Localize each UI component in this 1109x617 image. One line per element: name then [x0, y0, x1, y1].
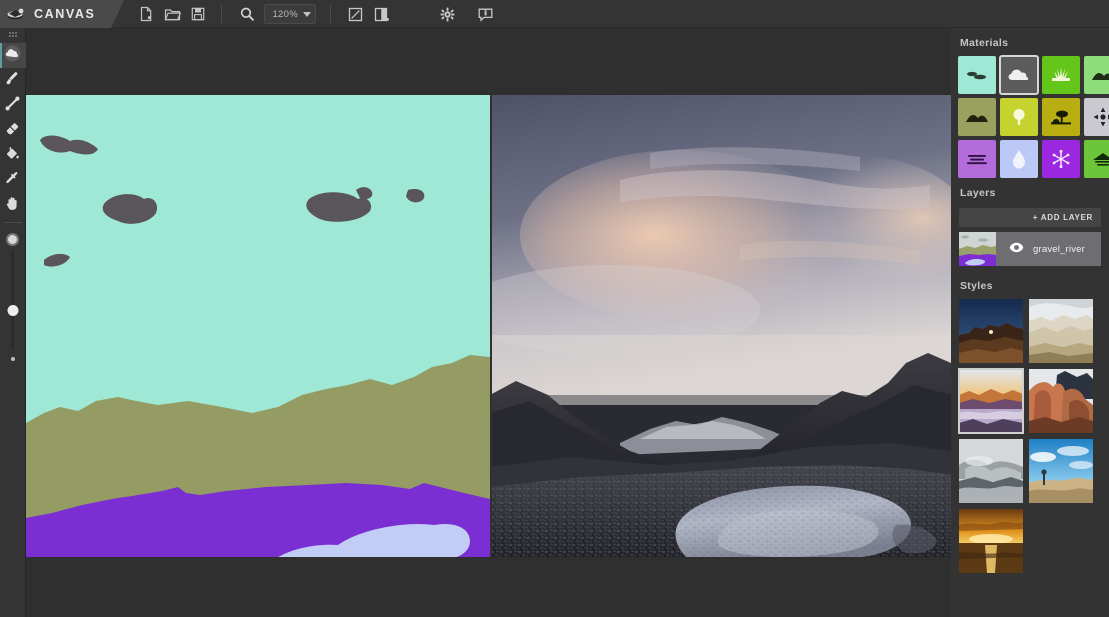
material-hill[interactable] — [1084, 56, 1109, 94]
zoom-group: 120% — [234, 0, 316, 28]
app-root: CANVAS — [0, 0, 1109, 617]
magnifier-icon[interactable] — [234, 0, 260, 28]
material-snow[interactable] — [1042, 140, 1080, 178]
zoom-select[interactable]: 120% — [264, 4, 316, 24]
chevron-down-icon — [303, 12, 311, 17]
settings-group — [435, 0, 499, 28]
line-tool[interactable] — [0, 93, 26, 118]
material-sky[interactable] — [958, 56, 996, 94]
gear-icon[interactable] — [435, 0, 461, 28]
slider-handle[interactable] — [7, 305, 18, 316]
cloud-icon — [4, 45, 21, 67]
right-sidebar: Materials — [951, 28, 1109, 617]
material-clouds[interactable] — [1000, 56, 1038, 94]
grass-icon — [1050, 65, 1072, 85]
cloud-icon — [1006, 66, 1032, 84]
slider-track — [11, 250, 14, 350]
layers-panel-title: Layers — [951, 178, 1109, 206]
top-toolbar: CANVAS — [0, 0, 1109, 28]
snow-icon — [1050, 148, 1072, 170]
line-icon — [4, 95, 21, 117]
file-actions-group — [133, 0, 211, 28]
hand-icon — [4, 195, 21, 217]
material-grass[interactable] — [1042, 56, 1080, 94]
brush-size-preview[interactable] — [6, 233, 19, 246]
style-golden-lake-sunset[interactable] — [959, 369, 1023, 433]
eraser-icon — [4, 120, 21, 142]
sky-icon — [964, 66, 990, 84]
styles-panel-title: Styles — [951, 266, 1109, 299]
left-tool-sidebar — [0, 28, 26, 617]
smart-brush-tool[interactable] — [0, 43, 26, 68]
brush-icon — [4, 70, 21, 92]
eyedropper-icon — [4, 170, 21, 192]
toolbar-divider-1 — [221, 5, 222, 23]
material-water[interactable] — [1000, 140, 1038, 178]
sea-icon — [1091, 150, 1109, 168]
layer-thumbnail — [959, 232, 996, 266]
materials-grid — [951, 56, 1109, 178]
segmentation-canvas[interactable] — [26, 95, 490, 557]
material-bush[interactable] — [1000, 98, 1038, 136]
style-ocean-sunset[interactable] — [959, 509, 1023, 573]
layer-row-gravel-river[interactable]: gravel_river — [959, 232, 1101, 266]
styles-grid — [951, 299, 1109, 573]
canvas-pane-divider[interactable] — [490, 95, 492, 557]
mountain-icon — [965, 109, 989, 125]
view-actions-group — [343, 0, 395, 28]
eye-icon[interactable] — [1009, 240, 1024, 258]
rock-icon — [1092, 106, 1109, 128]
style-transfer-button[interactable] — [343, 0, 369, 28]
app-title: CANVAS — [34, 7, 95, 21]
toolbar-divider-2 — [330, 5, 331, 23]
material-tree[interactable] — [1042, 98, 1080, 136]
eyedropper-tool[interactable] — [0, 168, 26, 193]
new-file-button[interactable] — [133, 0, 159, 28]
pan-tool[interactable] — [0, 193, 26, 218]
fill-tool[interactable] — [0, 143, 26, 168]
canvas-workspace[interactable] — [26, 28, 951, 617]
split-compare-button[interactable] — [369, 0, 395, 28]
material-mountain[interactable] — [958, 98, 996, 136]
hill-icon — [1091, 67, 1109, 83]
drag-grip-icon[interactable] — [9, 32, 17, 37]
eraser-tool[interactable] — [0, 118, 26, 143]
paint-bucket-icon — [4, 145, 21, 167]
tree-icon — [1008, 106, 1030, 128]
app-tab-canvas[interactable]: CANVAS — [0, 0, 111, 28]
zoom-value: 120% — [272, 9, 298, 20]
style-white-cliffs[interactable] — [1029, 299, 1093, 363]
style-red-rock-canyon[interactable] — [1029, 369, 1093, 433]
material-gravel[interactable] — [958, 140, 996, 178]
style-desert-mesa-night[interactable] — [959, 299, 1023, 363]
style-foggy-monochrome-lake[interactable] — [959, 439, 1023, 503]
material-sea[interactable] — [1084, 140, 1109, 178]
tool-divider — [4, 222, 22, 223]
gravel-icon — [965, 151, 989, 167]
water-icon — [1011, 148, 1027, 170]
style-blue-sky-dunes[interactable] — [1029, 439, 1093, 503]
bush-icon — [1049, 107, 1073, 127]
add-layer-button[interactable]: + ADD LAYER — [959, 208, 1101, 227]
canvas-logo-icon — [6, 4, 26, 24]
layer-name: gravel_river — [1033, 244, 1085, 255]
material-rock[interactable] — [1084, 98, 1109, 136]
brush-size-min-icon — [11, 357, 15, 361]
brush-size-slider[interactable] — [4, 250, 22, 350]
add-layer-label: + ADD LAYER — [1033, 213, 1093, 222]
paint-brush-tool[interactable] — [0, 68, 26, 93]
materials-panel-title: Materials — [951, 28, 1109, 56]
save-button[interactable] — [185, 0, 211, 28]
open-folder-button[interactable] — [159, 0, 185, 28]
feedback-icon[interactable] — [473, 0, 499, 28]
rendered-photo-canvas[interactable] — [490, 95, 951, 557]
